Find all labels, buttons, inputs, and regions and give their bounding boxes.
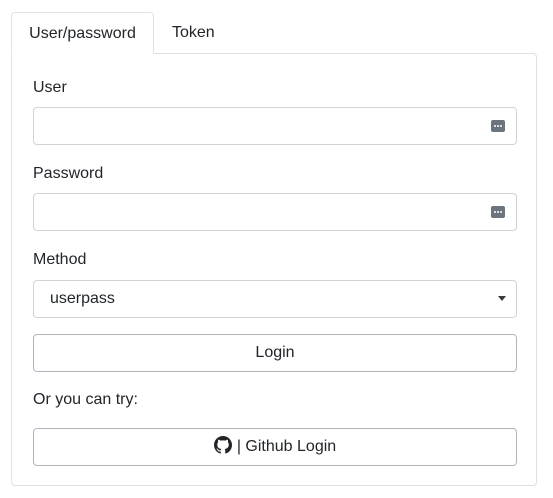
password-manager-icon[interactable] (491, 120, 505, 132)
method-selected-value: userpass (50, 290, 115, 307)
login-card: User Password Method userpass Login Or y… (11, 53, 537, 486)
method-select[interactable]: userpass (33, 280, 517, 318)
github-icon (213, 435, 232, 454)
tab-token[interactable]: Token (154, 12, 231, 54)
login-panel: User/password Token User Password Method… (0, 0, 553, 498)
method-label: Method (33, 251, 87, 268)
user-input[interactable] (33, 107, 517, 145)
chevron-down-icon (498, 296, 506, 301)
password-label: Password (33, 165, 104, 182)
github-login-button[interactable]: | Github Login (33, 428, 517, 466)
tab-user-password[interactable]: User/password (11, 12, 154, 54)
auth-tabs: User/password Token (11, 12, 231, 54)
github-login-label: | Github Login (236, 438, 337, 455)
alt-login-text: Or you can try: (33, 391, 138, 408)
password-manager-icon[interactable] (491, 206, 505, 218)
login-button[interactable]: Login (33, 334, 517, 372)
password-input[interactable] (33, 193, 517, 231)
user-label: User (33, 79, 67, 96)
